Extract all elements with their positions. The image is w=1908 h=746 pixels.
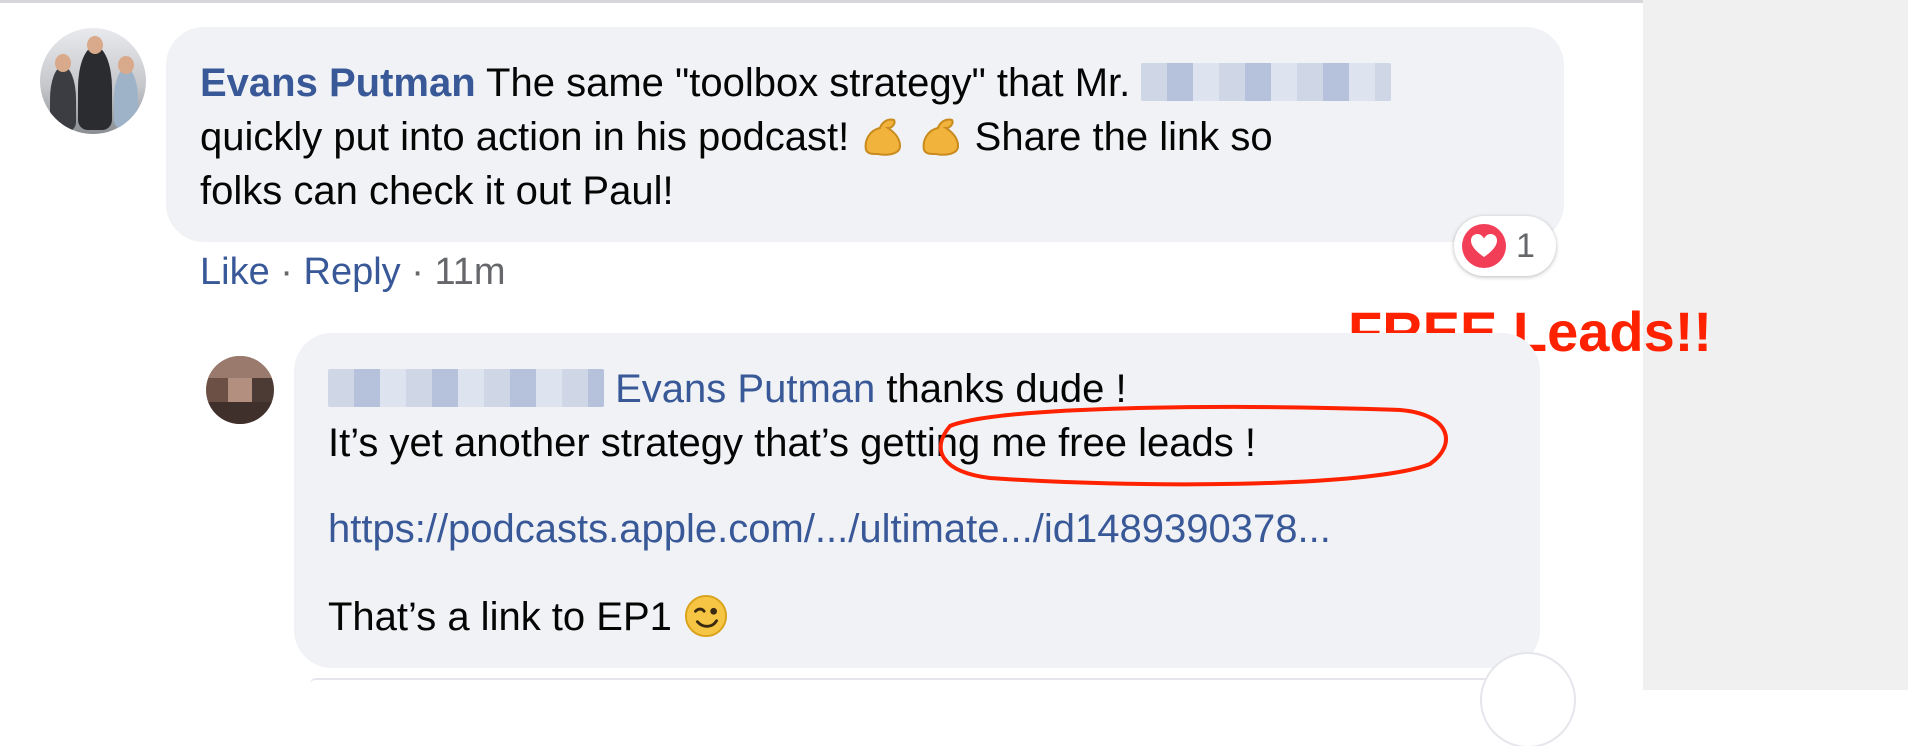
comment-text: quickly put into action in his podcast! [200, 115, 850, 159]
blurred-name [328, 369, 604, 408]
blurred-name [1141, 63, 1392, 102]
comment-text: Share the link so [974, 115, 1273, 159]
heart-icon [1462, 224, 1506, 268]
comment-author[interactable]: Evans Putman [200, 61, 476, 105]
person-figure [50, 66, 76, 132]
separator: · [411, 251, 424, 293]
comment-line-3: folks can check it out Paul! [200, 164, 674, 218]
like-button[interactable]: Like [200, 251, 270, 293]
avatar-pixel-block [228, 378, 252, 402]
comment-actions: Like · Reply · 11m [200, 245, 506, 299]
comment-text: The same "toolbox strategy" that Mr. [486, 61, 1131, 105]
reply-text: It’s yet another strategy that’s [328, 421, 850, 465]
person-head [55, 54, 71, 72]
separator: · [280, 251, 293, 293]
reaction-summary[interactable]: 1 [1454, 216, 1556, 276]
person-figure [114, 68, 138, 130]
avatar-pixel-block [206, 356, 274, 378]
podcast-link[interactable]: https://podcasts.apple.com/.../ultimate.… [328, 502, 1331, 556]
person-head [87, 36, 103, 54]
avatar-pixel-block [206, 402, 274, 424]
reply-line-4: That’s a link to EP1 [328, 590, 729, 644]
flexed-biceps-icon [922, 118, 959, 157]
scroll-button[interactable] [1482, 654, 1574, 746]
reaction-count: 1 [1516, 227, 1535, 265]
person-head [118, 56, 134, 74]
comment-line-1: Evans Putman The same "toolbox strategy"… [200, 56, 1392, 110]
comment-line-2: quickly put into action in his podcast! … [200, 110, 1273, 164]
annotation-circle [938, 405, 1448, 487]
reply-text: That’s a link to EP1 [328, 595, 672, 639]
avatar[interactable] [206, 356, 274, 424]
comment-text: folks can check it out Paul! [200, 169, 674, 213]
avatar[interactable] [40, 28, 146, 134]
mention-link[interactable]: Evans Putman [615, 367, 875, 411]
winking-face-icon [684, 595, 728, 638]
timestamp[interactable]: 11m [434, 251, 505, 293]
reply-button[interactable]: Reply [304, 251, 401, 293]
flexed-biceps-icon [865, 118, 902, 157]
person-figure [78, 46, 112, 130]
